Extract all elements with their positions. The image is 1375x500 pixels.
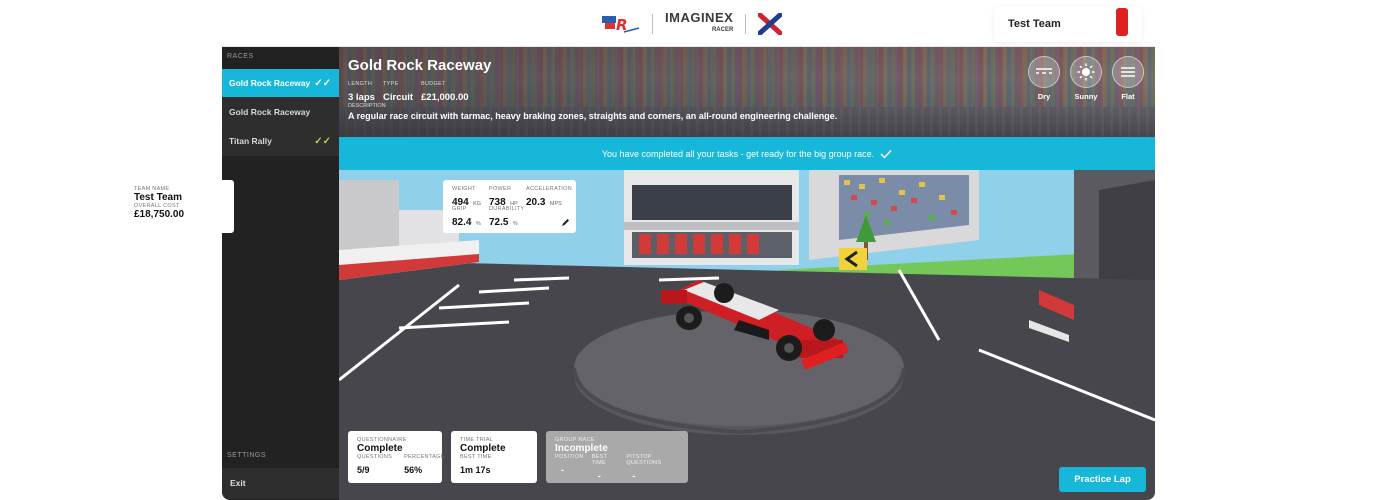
grip-unit: % (475, 221, 481, 227)
sidebar-item-label: Titan Rally (229, 136, 272, 146)
exit-button[interactable]: Exit (222, 468, 339, 499)
budget-value: £21,000.00 (421, 92, 469, 103)
length-value: 3 laps (348, 92, 375, 103)
races-heading: RACES (227, 53, 254, 60)
condition-dry[interactable]: Dry (1027, 56, 1061, 101)
type-value: Circuit (383, 92, 414, 103)
sidebar-item-gold-rock-raceway-2[interactable]: Gold Rock Raceway (222, 98, 339, 127)
length-label: LENGTH (348, 81, 373, 87)
time-trial-card[interactable]: TIME TRIAL Complete BEST TIME 1m 17s (451, 431, 537, 483)
group-best-time-value: - (597, 471, 601, 481)
type-label: TYPE (383, 81, 399, 87)
imaginex-logo: IMAGINEX RACER (665, 10, 734, 36)
acceleration-value: 20.3 (526, 197, 546, 208)
team-selector[interactable]: Test Team (994, 6, 1142, 42)
sidebar-item-label: Gold Rock Raceway (229, 78, 311, 88)
double-check-icon: ✓✓ (314, 77, 331, 89)
race-title: Gold Rock Raceway (348, 57, 492, 74)
time-trial-status: Complete (460, 443, 506, 454)
condition-label: Dry (1037, 92, 1051, 101)
pitstop-stat: PITSTOP QUESTIONS - (626, 454, 679, 484)
settings-heading: SETTINGS (227, 452, 267, 459)
questionnaire-card[interactable]: QUESTIONNAIRE Complete QUESTIONS 5/9 PER… (348, 431, 444, 483)
double-check-icon: ✓✓ (314, 135, 331, 147)
x-logo (758, 13, 783, 35)
best-time-value: 1m 17s (460, 465, 491, 475)
completion-notice: You have completed all your tasks - get … (339, 137, 1155, 170)
road-dry-icon (1028, 56, 1060, 88)
sidebar-item-titan-rally[interactable]: Titan Rally ✓✓ (222, 127, 339, 156)
acceleration-label: ACCELERATION (526, 186, 572, 192)
position-label: POSITION (555, 454, 584, 460)
percentage-label: PERCENTAGE (404, 454, 445, 460)
team-color-flag (1116, 8, 1128, 36)
group-race-stats: POSITION - BEST TIME - PITSTOP QUESTIONS… (555, 454, 679, 484)
top-header: R IMAGINEX RACER Test Team (222, 0, 1155, 47)
condition-sunny[interactable]: Sunny (1069, 56, 1103, 101)
logo-strip: R IMAGINEX RACER (602, 10, 783, 36)
questionnaire-status: Complete (357, 443, 403, 454)
position-value: - (561, 465, 564, 475)
condition-label: Sunny (1074, 92, 1098, 101)
practice-lap-button[interactable]: Practice Lap (1059, 467, 1146, 492)
questions-label: QUESTIONS (357, 454, 393, 460)
percentage-stat: PERCENTAGE 56% (404, 454, 445, 478)
team-summary-card: TEAM NAME Test Team OVERALL COST £18,750… (126, 180, 234, 233)
team-name-value: Test Team (134, 192, 182, 203)
best-time-label: BEST TIME (460, 454, 492, 460)
race-info-banner: Gold Rock Raceway LENGTH 3 laps TYPE Cir… (339, 47, 1155, 137)
sidebar-item-label: Gold Rock Raceway (229, 107, 311, 117)
durability-value: 72.5 (489, 217, 509, 228)
questions-stat: QUESTIONS 5/9 (357, 454, 392, 478)
position-stat: POSITION - (555, 454, 584, 484)
race-type: TYPE Circuit (383, 81, 413, 105)
race-description: A regular race circuit with tarmac, heav… (348, 111, 838, 121)
durability-label: DURABILITY (489, 206, 525, 212)
pencil-icon[interactable] (561, 218, 570, 227)
weight-label: WEIGHT (452, 186, 476, 192)
condition-label: Flat (1121, 92, 1135, 101)
notice-text: You have completed all your tasks - get … (601, 148, 875, 159)
race-budget: BUDGET £21,000.00 (421, 81, 469, 105)
imaginex-logo-sub: RACER (711, 27, 734, 33)
questionnaire-stats: QUESTIONS 5/9 PERCENTAGE 56% (357, 454, 444, 478)
durability-unit: % (512, 221, 518, 227)
acceleration-unit: MPS (549, 201, 562, 207)
stat-grip: GRIP 82.4 % (452, 206, 481, 230)
grip-label: GRIP (452, 206, 467, 212)
budget-label: BUDGET (421, 81, 446, 87)
team-r-logo: R (602, 16, 640, 34)
team-selector-name: Test Team (1008, 18, 1061, 30)
app-window: R IMAGINEX RACER Test Team RACES Gold Ro… (222, 0, 1155, 500)
group-best-time-label: BEST TIME (591, 454, 608, 466)
sidebar: RACES Gold Rock Raceway ✓✓ Gold Rock Rac… (222, 47, 339, 500)
questions-value: 5/9 (357, 465, 370, 475)
group-best-time-stat: BEST TIME - (592, 454, 619, 484)
pitstop-label: PITSTOP QUESTIONS (626, 454, 662, 466)
check-icon (880, 149, 892, 159)
grip-value: 82.4 (452, 217, 472, 228)
imaginex-logo-text: IMAGINEX (665, 10, 734, 25)
flat-terrain-icon (1112, 56, 1144, 88)
power-label: POWER (489, 186, 512, 192)
race-length: LENGTH 3 laps (348, 81, 375, 105)
pitstop-value: - (632, 471, 636, 481)
stat-acceleration: ACCELERATION 20.3 MPS (526, 186, 572, 210)
logo-divider (745, 14, 747, 34)
logo-divider (652, 14, 653, 34)
sun-icon (1070, 56, 1102, 88)
percentage-value: 56% (404, 465, 423, 475)
stat-durability: DURABILITY 72.5 % (489, 206, 524, 230)
car-stats-card: WEIGHT 494 KG POWER 738 HP ACCELERATION … (443, 180, 576, 233)
group-race-card[interactable]: GROUP RACE Incomplete POSITION - BEST TI… (546, 431, 688, 483)
group-race-status: Incomplete (555, 443, 608, 454)
condition-flat[interactable]: Flat (1111, 56, 1145, 101)
description-label: DESCRIPTION (348, 103, 386, 109)
sidebar-item-gold-rock-raceway-1[interactable]: Gold Rock Raceway ✓✓ (222, 69, 339, 98)
overall-cost-value: £18,750.00 (134, 209, 185, 220)
